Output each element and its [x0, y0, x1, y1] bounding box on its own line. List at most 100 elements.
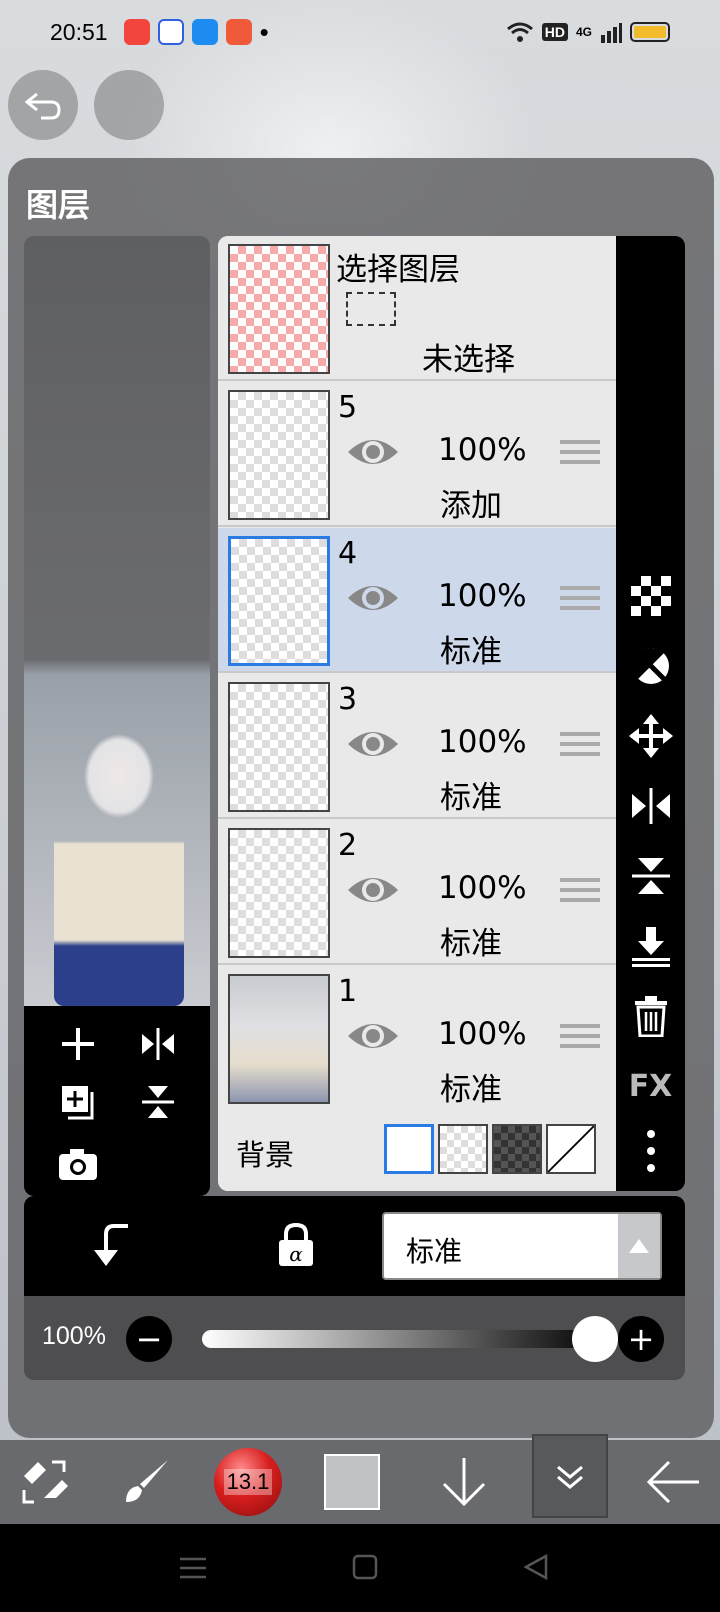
visibility-eye-icon[interactable] [346, 1016, 400, 1056]
brush-size-circle: 13.1 [214, 1448, 282, 1516]
layer-row[interactable]: 3 100% 标准 [218, 674, 616, 819]
signal-icon [601, 23, 622, 43]
layer-panel: 图层 选择图层 未选择 5 100% 添加 4 100% 标准 3 100% 标… [8, 158, 714, 1438]
duplicate-layer-button[interactable] [48, 1072, 108, 1132]
camera-button[interactable] [48, 1134, 108, 1194]
baidu-app-icon [157, 19, 184, 45]
panel-title: 图层 [26, 186, 91, 224]
flip-horizontal-button[interactable] [128, 1014, 188, 1074]
blend-mode-select[interactable]: 标准 [382, 1212, 662, 1280]
menu-lines-icon [180, 1557, 206, 1579]
add-layer-button[interactable] [48, 1014, 108, 1074]
layer-opacity: 100% [438, 724, 527, 760]
alpha-lock-button[interactable]: α [276, 1222, 316, 1272]
layer-menu-button[interactable] [532, 1434, 608, 1518]
flip-horizontal-layer-button[interactable] [616, 776, 685, 836]
system-back-button[interactable] [523, 1553, 548, 1584]
merge-down-button[interactable] [616, 916, 685, 976]
checkerboard-icon [630, 576, 671, 616]
move-arrows-icon [628, 714, 673, 758]
fx-button[interactable]: FX [616, 1056, 685, 1116]
layer-thumbnail [228, 974, 330, 1104]
blend-mode-bar: α 标准 [24, 1196, 685, 1296]
status-indicators: HD 4G [506, 21, 670, 43]
opacity-slider-track[interactable] [202, 1330, 594, 1348]
selection-layer-row[interactable]: 选择图层 未选择 [218, 236, 616, 381]
flip-vertical-icon [631, 858, 670, 894]
layer-list: 选择图层 未选择 5 100% 添加 4 100% 标准 3 100% 标准 2… [218, 236, 616, 1191]
duplicate-icon [62, 1086, 94, 1120]
opacity-slider-knob[interactable] [572, 1316, 618, 1362]
opacity-increase-button[interactable]: + [618, 1316, 664, 1362]
layer-blend-mode: 标准 [440, 926, 502, 962]
flip-vertical-icon [142, 1086, 174, 1118]
contrast-icon [631, 647, 669, 684]
layer-row-selected[interactable]: 4 100% 标准 [218, 528, 616, 673]
flip-horizontal-icon [631, 788, 670, 824]
visibility-eye-icon[interactable] [346, 432, 400, 472]
move-button[interactable] [616, 706, 685, 766]
background-transparent-light-option[interactable] [438, 1124, 488, 1174]
background-white-option[interactable] [384, 1124, 434, 1174]
current-color-swatch [324, 1454, 380, 1510]
back-button[interactable] [640, 1446, 706, 1518]
drag-handle-icon[interactable] [560, 440, 600, 470]
layer-row[interactable]: 5 100% 添加 [218, 382, 616, 527]
flip-vertical-layer-button[interactable] [616, 846, 685, 906]
brush-size-value: 13.1 [223, 1469, 273, 1495]
invert-button[interactable] [616, 636, 685, 696]
scroll-down-button[interactable] [434, 1446, 494, 1518]
brush-size-button[interactable]: 13.1 [212, 1446, 284, 1518]
status-bar: 20:51 • HD 4G [0, 0, 720, 64]
drag-handle-icon[interactable] [560, 732, 600, 762]
camera-icon [59, 1149, 97, 1180]
drag-handle-icon[interactable] [560, 586, 600, 616]
clipping-button[interactable] [92, 1224, 132, 1272]
triangle-back-icon [523, 1553, 548, 1581]
selection-rect-icon [346, 292, 396, 326]
layer-thumbnail [228, 828, 330, 958]
game-app-icon [225, 19, 252, 45]
layer-opacity: 100% [438, 1016, 527, 1052]
transparency-lock-button[interactable] [616, 566, 685, 626]
arrow-down-icon [442, 1458, 486, 1507]
arrow-left-icon [646, 1460, 699, 1504]
background-none-option[interactable] [546, 1124, 596, 1174]
color-swatch-button[interactable] [322, 1446, 382, 1518]
delete-layer-button[interactable] [616, 986, 685, 1046]
redo-button[interactable] [94, 70, 164, 140]
selection-status: 未选择 [422, 342, 515, 378]
svg-text:α: α [289, 1242, 303, 1266]
layer-opacity: 100% [438, 432, 527, 468]
preview-figure [54, 706, 184, 1006]
brush-tool-button[interactable] [116, 1446, 176, 1518]
plus-icon [62, 1028, 94, 1060]
canvas-preview[interactable] [24, 236, 210, 1006]
network-type: 4G [575, 25, 592, 39]
layer-number: 4 [338, 536, 358, 571]
visibility-eye-icon[interactable] [346, 578, 400, 618]
layer-number: 1 [338, 974, 358, 1009]
layer-blend-mode: 标准 [440, 1072, 502, 1108]
trash-icon [634, 996, 667, 1037]
undo-button[interactable] [8, 70, 78, 140]
preview-tools [24, 1006, 210, 1196]
layer-row[interactable]: 2 100% 标准 [218, 820, 616, 965]
visibility-eye-icon[interactable] [346, 870, 400, 910]
drag-handle-icon[interactable] [560, 1024, 600, 1054]
opacity-decrease-button[interactable]: − [126, 1316, 172, 1362]
flip-vertical-button[interactable] [128, 1072, 188, 1132]
background-label: 背景 [236, 1138, 295, 1172]
home-button[interactable] [352, 1554, 378, 1584]
system-nav-bar [0, 1524, 720, 1612]
recent-apps-button[interactable] [180, 1556, 206, 1584]
drag-handle-icon[interactable] [560, 878, 600, 908]
layer-row[interactable]: 1 100% 标准 [218, 966, 616, 1111]
transform-tool-button[interactable] [14, 1446, 74, 1518]
browser-app-icon [191, 19, 218, 45]
more-options-button[interactable] [616, 1121, 685, 1181]
hd-badge: HD [541, 23, 568, 41]
background-transparent-dark-option[interactable] [492, 1124, 542, 1174]
more-vertical-icon [646, 1130, 655, 1172]
visibility-eye-icon[interactable] [346, 724, 400, 764]
